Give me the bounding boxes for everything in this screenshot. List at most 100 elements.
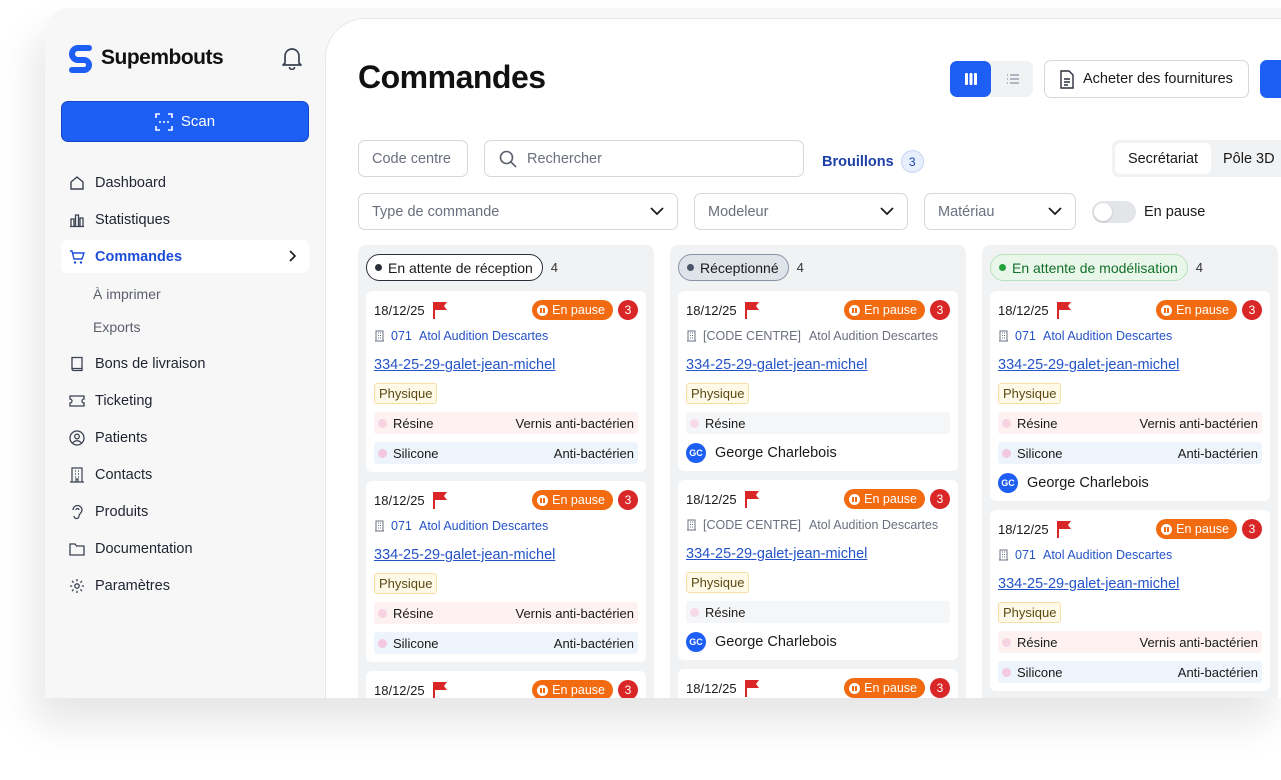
chevron-right-icon — [289, 250, 297, 262]
s-logo-icon — [69, 45, 92, 73]
brand-logo[interactable]: Supembouts — [67, 42, 224, 74]
sidebar-item-contacts[interactable]: Contacts — [61, 458, 309, 491]
flag-icon — [1057, 521, 1071, 538]
centre-info: [CODE CENTRE] Atol Audition Descartes — [686, 329, 950, 343]
flag-icon — [745, 491, 759, 508]
flag-icon — [433, 492, 447, 509]
order-reference-link[interactable]: 334-25-29-galet-jean-michel — [998, 576, 1262, 593]
count-badge: 3 — [1242, 519, 1262, 539]
pause-status-badge: En pause — [1156, 519, 1237, 539]
pause-status-badge: En pause — [532, 680, 613, 698]
drafts-count-badge: 3 — [900, 150, 924, 173]
sidebar-item-statistiques[interactable]: Statistiques — [61, 203, 309, 236]
search-placeholder: Rechercher — [527, 150, 602, 167]
avatar: GC — [686, 632, 706, 652]
buy-supplies-label: Acheter des fournitures — [1083, 71, 1233, 87]
sidebar-subitem-a-imprimer[interactable]: À imprimer — [61, 277, 309, 310]
sidebar-item-documentation[interactable]: Documentation — [61, 532, 309, 565]
pause-icon — [537, 494, 549, 506]
gear-icon — [70, 578, 84, 593]
kanban-column-en-attente-modelisation: En attente de modélisation 4 18/12/25 En… — [982, 245, 1278, 698]
count-badge: 3 — [618, 300, 638, 320]
list-view-button[interactable] — [992, 61, 1033, 97]
order-card[interactable]: 18/12/25 En pause 3 [CODE CENTRE] Atol A… — [678, 480, 958, 660]
order-card[interactable]: 18/12/25 En pause 3 071 Atol Audition De… — [990, 291, 1270, 501]
new-order-button[interactable] — [1260, 60, 1281, 98]
order-type-tag: Physique — [998, 602, 1062, 623]
buy-supplies-button[interactable]: Acheter des fournitures — [1044, 60, 1249, 98]
order-type-tag: Physique — [686, 572, 750, 593]
kanban-column-receptionne: Réceptionné 4 18/12/25 En pause 3 [CODE … — [670, 245, 966, 698]
centre-info: 071 Atol Audition Descartes — [998, 548, 1262, 562]
sidebar-item-produits[interactable]: Produits — [61, 495, 309, 528]
order-date: 18/12/25 — [686, 491, 737, 507]
order-card[interactable]: 18/12/25 En pause 3 — [366, 671, 646, 698]
sidebar-item-label: Patients — [95, 429, 148, 446]
sidebar-item-patients[interactable]: Patients — [61, 421, 309, 454]
centre-info: 071 Atol Audition Descartes — [374, 519, 638, 533]
order-type-tag: Physique — [374, 573, 438, 594]
sidebar-subitem-exports[interactable]: Exports — [61, 310, 309, 343]
sidebar-item-ticketing[interactable]: Ticketing — [61, 384, 309, 417]
count-badge: 3 — [618, 680, 638, 698]
sidebar-item-label: Ticketing — [95, 392, 153, 409]
order-reference-link[interactable]: 334-25-29-galet-jean-michel — [686, 546, 950, 563]
count-badge: 3 — [930, 489, 950, 509]
order-card[interactable]: 18/12/25 En pause 3 071 Atol Audition De… — [366, 481, 646, 662]
building-icon — [999, 330, 1008, 342]
flag-icon — [745, 680, 759, 697]
material-row: Silicone Anti-bactérien — [374, 442, 638, 464]
bell-icon[interactable] — [281, 46, 303, 70]
drafts-link[interactable]: Brouillons 3 — [822, 150, 924, 173]
view-toggle — [950, 61, 1033, 97]
ticket-icon — [69, 394, 85, 407]
kanban-column-en-attente-reception: En attente de réception 4 18/12/25 En pa… — [358, 245, 654, 698]
order-date: 18/12/25 — [686, 302, 737, 318]
segment-secretariat[interactable]: Secrétariat — [1115, 143, 1211, 174]
assignee: GC George Charlebois — [686, 632, 950, 652]
order-card[interactable]: 18/12/25 En pause 3 071 Atol Audition De… — [990, 510, 1270, 691]
search-input[interactable]: Rechercher — [484, 140, 804, 177]
sidebar-item-commandes[interactable]: Commandes — [61, 240, 309, 273]
book-icon — [71, 356, 83, 371]
chevron-down-icon — [880, 207, 894, 216]
pause-toggle[interactable] — [1092, 201, 1136, 223]
sidebar-item-parametres[interactable]: Paramètres — [61, 569, 309, 602]
order-card[interactable]: 18/12/25 En pause 3 071 Atol Audition De… — [366, 291, 646, 472]
flag-icon — [1057, 302, 1071, 319]
materiau-placeholder: Matériau — [938, 203, 995, 220]
order-reference-link[interactable]: 334-25-29-galet-jean-michel — [374, 357, 638, 374]
sidebar-item-label: Contacts — [95, 466, 153, 483]
count-badge: 3 — [930, 300, 950, 320]
sidebar-item-label: Bons de livraison — [95, 355, 206, 372]
material-row: Résine Vernis anti-bactérien — [374, 602, 638, 624]
drafts-label: Brouillons — [822, 153, 894, 170]
flag-icon — [433, 682, 447, 698]
team-segmented-control: Secrétariat Pôle 3D — [1112, 140, 1281, 177]
order-reference-link[interactable]: 334-25-29-galet-jean-michel — [686, 357, 950, 374]
order-card[interactable]: 18/12/25 En pause 3 — [678, 669, 958, 698]
pause-icon — [849, 304, 861, 316]
order-reference-link[interactable]: 334-25-29-galet-jean-michel — [374, 547, 638, 564]
sidebar-item-dashboard[interactable]: Dashboard — [61, 166, 309, 199]
board-view-button[interactable] — [950, 61, 991, 97]
scan-button[interactable]: Scan — [61, 101, 309, 142]
order-reference-link[interactable]: 334-25-29-galet-jean-michel — [998, 357, 1262, 374]
sidebar-item-label: Commandes — [95, 248, 183, 265]
materiau-select[interactable]: Matériau — [924, 193, 1076, 230]
folder-icon — [69, 542, 85, 556]
pause-status-badge: En pause — [532, 300, 613, 320]
chart-icon — [70, 213, 84, 227]
modeleur-select[interactable]: Modeleur — [694, 193, 908, 230]
order-type-select[interactable]: Type de commande — [358, 193, 678, 230]
order-date: 18/12/25 — [998, 521, 1049, 537]
columns-icon — [964, 73, 977, 85]
flag-icon — [433, 302, 447, 319]
count-badge: 3 — [618, 490, 638, 510]
segment-pole-3d[interactable]: Pôle 3D — [1211, 151, 1275, 167]
code-centre-input[interactable]: Code centre — [358, 140, 468, 177]
pause-icon — [537, 684, 549, 696]
sidebar-item-bons-de-livraison[interactable]: Bons de livraison — [61, 347, 309, 380]
pause-status-badge: En pause — [844, 300, 925, 320]
order-card[interactable]: 18/12/25 En pause 3 [CODE CENTRE] Atol A… — [678, 291, 958, 471]
